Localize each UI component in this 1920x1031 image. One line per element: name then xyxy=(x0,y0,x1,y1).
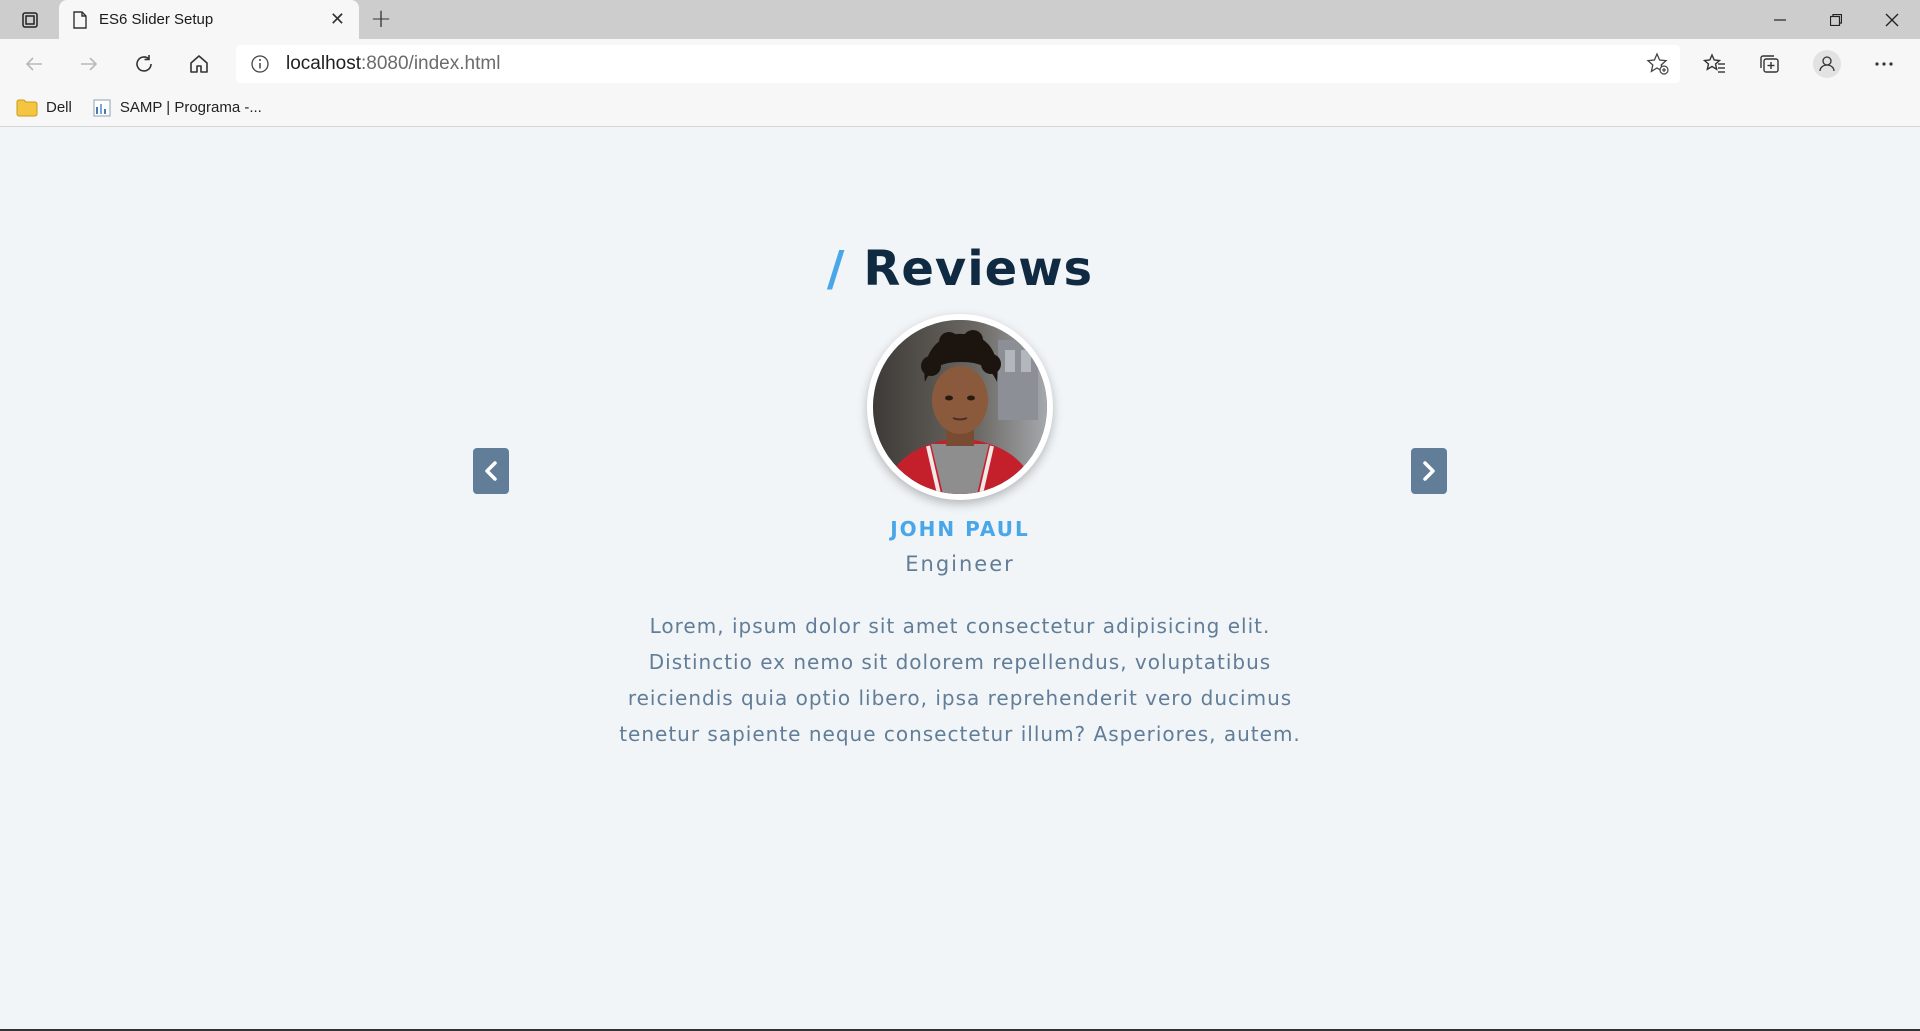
more-button[interactable] xyxy=(1866,46,1902,82)
page-content: / Reviews JOHN PAUL Engineer Lorem, ipsu… xyxy=(0,128,1920,1031)
review-text: Lorem, ipsum dolor sit amet consectetur … xyxy=(619,614,1301,746)
bookmark-dell[interactable]: Dell xyxy=(16,99,72,117)
window-controls xyxy=(1752,0,1920,39)
favorites-button[interactable] xyxy=(1697,46,1733,82)
bookmarks-bar: Dell SAMP | Programa -... xyxy=(0,89,1920,127)
info-icon[interactable] xyxy=(250,54,270,74)
url-host: localhost xyxy=(286,53,361,74)
heading-slash: / xyxy=(826,241,846,297)
bookmark-label: Dell xyxy=(46,99,72,116)
restore-button[interactable] xyxy=(1808,0,1864,39)
home-button[interactable] xyxy=(181,46,217,82)
more-icon xyxy=(1875,62,1893,66)
minimize-icon xyxy=(1774,18,1786,21)
collections-button[interactable] xyxy=(1752,46,1788,82)
tab-title: ES6 Slider Setup xyxy=(99,11,214,28)
forward-arrow-icon xyxy=(81,57,98,71)
address-bar[interactable]: localhost:8080/index.html xyxy=(236,45,1680,83)
forward-button[interactable] xyxy=(71,46,107,82)
folder-icon xyxy=(16,99,38,116)
bookmark-samp[interactable]: SAMP | Programa -... xyxy=(92,98,262,118)
url-text[interactable]: localhost:8080/index.html xyxy=(286,53,500,75)
favorites-icon xyxy=(1703,53,1725,73)
close-window-button[interactable] xyxy=(1864,0,1920,39)
reviewer-name: John Paul xyxy=(890,517,1030,541)
close-icon xyxy=(1885,13,1899,26)
refresh-button[interactable] xyxy=(126,46,162,82)
refresh-icon xyxy=(136,55,152,72)
reviewer-avatar xyxy=(873,320,1047,494)
chevron-right-icon xyxy=(1423,461,1435,481)
back-button[interactable] xyxy=(16,46,52,82)
browser-toolbar: localhost:8080/index.html xyxy=(0,39,1920,89)
document-icon xyxy=(93,99,111,116)
new-tab-button[interactable]: + xyxy=(366,4,396,34)
previous-review-button[interactable] xyxy=(473,448,509,494)
collections-icon xyxy=(1760,55,1779,73)
home-icon xyxy=(190,55,208,73)
restore-icon xyxy=(1830,13,1842,26)
chevron-left-icon xyxy=(485,461,497,481)
profile-icon xyxy=(1813,50,1841,78)
active-tab[interactable]: ES6 Slider Setup ✕ xyxy=(59,0,359,39)
reviews-heading: / Reviews xyxy=(0,241,1920,297)
reviewer-job: Engineer xyxy=(905,552,1015,576)
tab-bar: ES6 Slider Setup ✕ + xyxy=(0,0,1920,39)
add-favorite-icon[interactable] xyxy=(1646,52,1670,76)
profile-button[interactable] xyxy=(1809,46,1845,82)
heading-text: Reviews xyxy=(863,241,1094,297)
person-portrait xyxy=(873,320,1047,494)
minimize-button[interactable] xyxy=(1752,0,1808,39)
tab-actions-icon xyxy=(22,12,38,28)
next-review-button[interactable] xyxy=(1411,448,1447,494)
back-arrow-icon xyxy=(25,57,42,71)
url-path: :8080/index.html xyxy=(361,53,501,74)
close-tab-icon[interactable]: ✕ xyxy=(330,9,345,30)
page-icon xyxy=(73,10,87,29)
reviewer-avatar-frame xyxy=(867,314,1053,500)
tab-actions-button[interactable] xyxy=(10,6,50,34)
bookmark-label: SAMP | Programa -... xyxy=(119,99,262,116)
